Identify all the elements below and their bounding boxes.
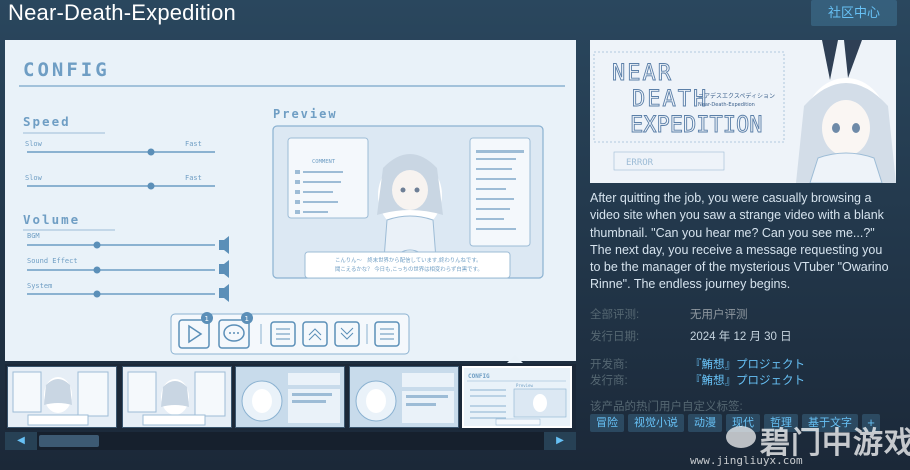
thumbnail-preview-label: Preview xyxy=(516,383,533,388)
sound-effect-label: Sound Effect xyxy=(27,257,78,265)
publisher-link[interactable]: 『鮪想』プロジェクト xyxy=(690,372,805,388)
tag-philosophical[interactable]: 哲理 xyxy=(764,414,798,432)
main-screenshot[interactable]: CONFIG Speed Slow Fast Slow Fast Volume … xyxy=(5,40,576,361)
thumbnail-2-image xyxy=(123,367,231,427)
capsule-title-line-3: EXPEDITION xyxy=(630,113,762,138)
preview-comment-label: COMMENT xyxy=(312,159,336,165)
release-date-label: 发行日期: xyxy=(590,331,640,343)
bgm-label: BGM xyxy=(27,232,40,240)
publisher-label: 发行商: xyxy=(590,375,628,387)
play-badge: 1 xyxy=(205,315,209,323)
scroll-right-button[interactable]: ▶ xyxy=(544,432,576,450)
speed-slow-label-2: Slow xyxy=(25,174,43,182)
tag-text-based[interactable]: 基于文字 xyxy=(802,414,858,432)
game-title: Near-Death-Expedition xyxy=(8,0,236,25)
header-capsule-image: NEAR DEATH EXPEDITION ニアデスエクスペディション Near… xyxy=(590,40,896,183)
capsule-artwork: NEAR DEATH EXPEDITION ニアデスエクスペディション Near… xyxy=(590,40,896,183)
speed-label: Speed xyxy=(23,114,71,129)
preview-dialog-line-2: 聞こえるかな？ 今日も,こっちの世界は相変わらず白黒です。 xyxy=(335,265,483,273)
tag-more-button[interactable]: + xyxy=(862,414,880,432)
capsule-title-line-1: NEAR xyxy=(612,61,673,86)
capsule-title-line-2: DEATH xyxy=(632,87,708,112)
thumbnail-3[interactable] xyxy=(235,366,345,428)
developer-label: 开发商: xyxy=(590,359,628,371)
system-label: System xyxy=(27,282,52,290)
tag-list: 冒险 视觉小说 动漫 现代 哲理 基于文字 + xyxy=(590,414,880,432)
tag-anime[interactable]: 动漫 xyxy=(688,414,722,432)
bgm-slider-knob[interactable] xyxy=(93,241,101,249)
thumbnail-1-image xyxy=(8,367,116,427)
speed-slow-label-1: Slow xyxy=(25,140,43,148)
volume-label: Volume xyxy=(23,212,80,227)
preview-label: Preview xyxy=(273,107,338,121)
reviews-row: 全部评测: 无用户评测 xyxy=(590,306,896,322)
speed-slider-knob-1[interactable] xyxy=(147,148,155,156)
reviews-value: 无用户评测 xyxy=(690,309,748,321)
config-title: CONFIG xyxy=(23,59,110,81)
speed-slider-knob-2[interactable] xyxy=(147,182,155,190)
active-thumb-caret xyxy=(507,355,523,363)
game-description: After quitting the job, you were casuall… xyxy=(590,191,889,292)
capsule-subtitle-en: Near-Death-Expedition xyxy=(698,102,755,108)
thumbnail-4-image xyxy=(350,367,458,427)
tags-label: 该产品的热门用户自定义标签: xyxy=(590,401,743,413)
thumbnail-scrollbar[interactable]: ◀ ▶ xyxy=(5,432,576,450)
sound-effect-slider-knob[interactable] xyxy=(93,266,101,274)
capsule-subtitle-jp: ニアデスエクスペディション xyxy=(698,92,775,100)
developer-link[interactable]: 『鮪想』プロジェクト xyxy=(690,356,805,372)
release-date-value: 2024 年 12 月 30 日 xyxy=(690,331,792,343)
speed-fast-label-2: Fast xyxy=(185,174,202,182)
chat-badge: 1 xyxy=(245,315,249,323)
thumbnail-strip: CONFIG Preview xyxy=(5,364,576,430)
tag-visual-novel[interactable]: 视觉小说 xyxy=(628,414,684,432)
thumbnail-3-image xyxy=(236,367,344,427)
thumbnail-4[interactable] xyxy=(349,366,459,428)
thumbnail-5[interactable]: CONFIG Preview xyxy=(462,366,572,428)
capsule-error-text: ERROR xyxy=(626,158,654,168)
speed-fast-label-1: Fast xyxy=(185,140,202,148)
release-date-row: 发行日期: 2024 年 12 月 30 日 xyxy=(590,328,896,344)
tag-modern[interactable]: 现代 xyxy=(726,414,760,432)
publisher-row: 发行商: 『鮪想』プロジェクト xyxy=(590,372,896,388)
thumbnail-5-image: CONFIG Preview xyxy=(464,368,570,426)
tag-adventure[interactable]: 冒险 xyxy=(590,414,624,432)
scrollbar-thumb[interactable] xyxy=(39,435,99,447)
thumbnail-1[interactable] xyxy=(7,366,117,428)
thumbnail-config-label: CONFIG xyxy=(468,373,490,380)
watermark-url: www.jingliuyx.com xyxy=(690,454,803,467)
preview-dialog-line-1: こんりん〜 終末世界から配信しています,終わりんねです。 xyxy=(335,256,482,264)
developer-row: 开发商: 『鮪想』プロジェクト xyxy=(590,356,896,372)
system-slider-knob[interactable] xyxy=(93,290,101,298)
thumbnail-2[interactable] xyxy=(122,366,232,428)
reviews-label: 全部评测: xyxy=(590,309,640,321)
config-screen-illustration: CONFIG Speed Slow Fast Slow Fast Volume … xyxy=(5,40,576,361)
community-hub-button[interactable]: 社区中心 xyxy=(811,0,897,26)
scroll-left-button[interactable]: ◀ xyxy=(5,432,37,450)
